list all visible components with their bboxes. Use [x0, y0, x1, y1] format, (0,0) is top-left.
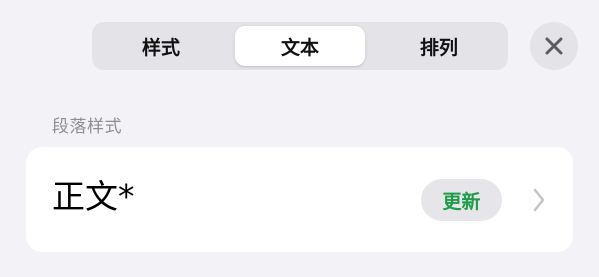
format-tab-control: 样式 文本 排列	[92, 22, 508, 70]
close-button[interactable]	[530, 22, 578, 70]
update-style-button[interactable]: 更新	[421, 179, 502, 221]
paragraph-style-row[interactable]: 正文* 更新	[26, 147, 573, 252]
paragraph-style-header: 段落样式	[52, 117, 122, 137]
tab-arrange[interactable]: 排列	[374, 26, 504, 66]
close-icon	[545, 37, 563, 55]
chevron-right-icon	[533, 188, 545, 212]
tab-style[interactable]: 样式	[96, 26, 226, 66]
tab-text[interactable]: 文本	[235, 26, 365, 66]
current-paragraph-style: 正文*	[52, 177, 135, 216]
